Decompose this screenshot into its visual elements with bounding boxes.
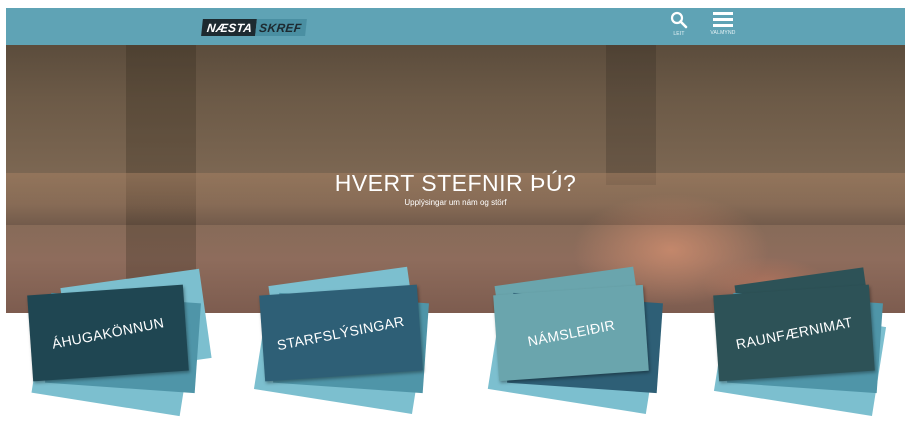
page-frame: NÆSTA SKREF LEIT VALMYND HVERT STEFNIR Þ… <box>6 8 905 430</box>
card-starfslysingar[interactable]: STARFSLÝSINGAR <box>253 266 454 430</box>
naesta-skref-logo[interactable]: NÆSTA SKREF <box>201 19 308 36</box>
search-icon <box>670 11 688 29</box>
menu-button[interactable]: VALMYND <box>706 11 740 41</box>
hero-title: HVERT STEFNIR ÞÚ? <box>334 170 577 196</box>
menu-label: VALMYND <box>710 30 736 36</box>
hero-background-shade-2 <box>606 45 656 185</box>
logo-text-skref: SKREF <box>255 19 308 36</box>
card-main-panel: STARFSLÝSINGAR <box>259 284 423 382</box>
search-label: LEIT <box>673 31 685 37</box>
card-ahugakonnun[interactable]: ÁHUGAKÖNNUN <box>26 268 226 430</box>
card-main-panel: NÁMSLEIÐIR <box>493 284 649 382</box>
top-navigation-bar: NÆSTA SKREF LEIT VALMYND <box>6 8 905 45</box>
card-label: STARFSLÝSINGAR <box>276 312 406 354</box>
card-main-panel: RAUNFÆRNIMAT <box>713 284 875 382</box>
card-label: ÁHUGAKÖNNUN <box>50 314 166 352</box>
logo-text-naesta: NÆSTA <box>201 19 258 36</box>
card-label: RAUNFÆRNIMAT <box>734 313 854 353</box>
card-raunfaernimat[interactable]: RAUNFÆRNIMAT <box>700 267 900 430</box>
card-main-panel: ÁHUGAKÖNNUN <box>27 284 189 382</box>
card-namsleidir[interactable]: NÁMSLEIÐIR <box>484 266 684 430</box>
search-button[interactable]: LEIT <box>662 11 696 41</box>
card-label: NÁMSLEIÐIR <box>525 316 616 350</box>
hamburger-menu-icon <box>713 12 733 27</box>
hero-subtitle: Upplýsingar um nám og störf <box>404 198 507 207</box>
